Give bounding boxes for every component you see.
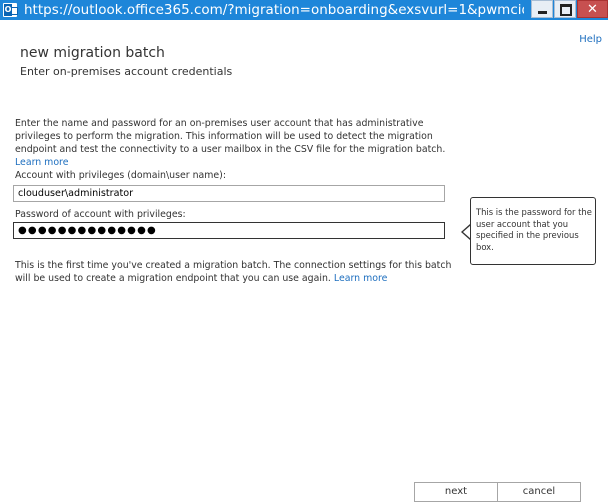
intro-paragraph: Enter the name and password for an on-pr… [15, 117, 455, 169]
password-input[interactable]: ●●●●●●●●●●●●●● [13, 222, 445, 239]
minimize-button[interactable] [531, 0, 553, 18]
page-subtitle: Enter on-premises account credentials [20, 65, 233, 78]
learn-more-link[interactable]: Learn more [15, 157, 68, 168]
password-label: Password of account with privileges: [15, 209, 186, 220]
close-button[interactable]: ✕ [577, 0, 608, 18]
help-link[interactable]: Help [579, 34, 602, 45]
intro-text: Enter the name and password for an on-pr… [15, 118, 446, 155]
maximize-icon [560, 4, 572, 16]
password-help-callout: This is the password for the user accoun… [470, 197, 596, 265]
outlook-app-icon: O [3, 3, 18, 17]
account-input[interactable]: clouduser\administrator [13, 185, 445, 202]
window-url: https://outlook.office365.com/?migration… [24, 2, 524, 18]
window-title-bar: O https://outlook.office365.com/?migrati… [0, 0, 608, 20]
account-label: Account with privileges (domain\user nam… [15, 170, 226, 181]
maximize-button[interactable] [554, 0, 576, 18]
first-time-note: This is the first time you've created a … [15, 259, 455, 285]
learn-more-link-2[interactable]: Learn more [334, 273, 387, 284]
minimize-icon [538, 11, 547, 14]
cancel-button[interactable]: cancel [497, 482, 581, 502]
close-icon: ✕ [587, 2, 598, 17]
next-button[interactable]: next [414, 482, 498, 502]
page-title: new migration batch [20, 45, 165, 61]
